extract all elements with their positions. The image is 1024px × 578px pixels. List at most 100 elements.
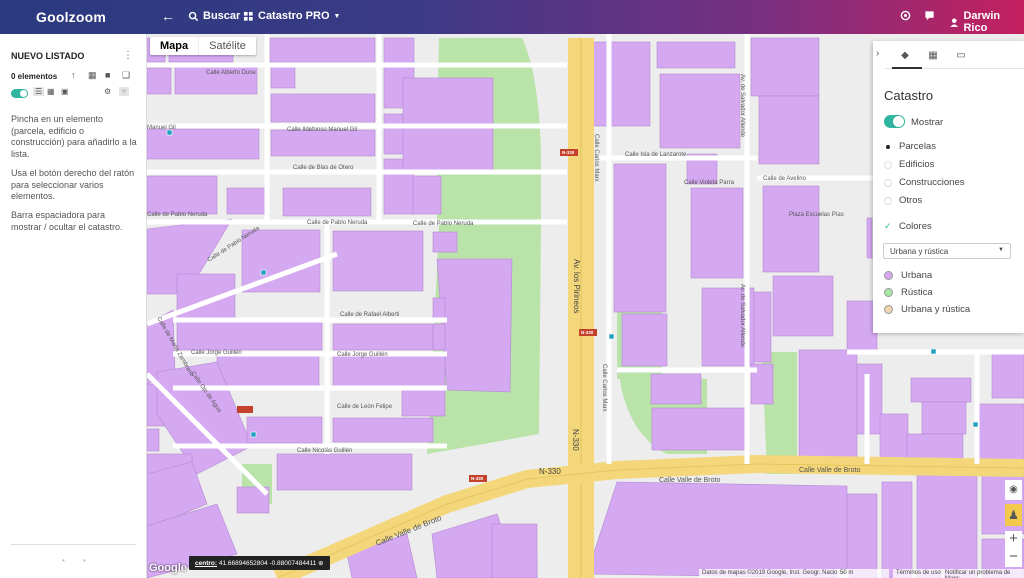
card-view-icon[interactable]: ▣ [61,87,69,96]
copy-icon[interactable]: ❏ [122,70,130,81]
top-bar: Goolzoom ← Buscar Catastro PRO ▼ Darwin … [0,0,1024,34]
colors-label[interactable]: Colores [899,221,932,232]
kebab-menu-icon[interactable]: ⋮ [123,50,133,61]
target-icon[interactable]: ⊕ [318,560,323,567]
hint-spacebar: Barra espaciadora para mostrar / ocultar… [11,210,123,232]
legend-swatch-urbana-rustica [884,305,893,314]
pegman-icon[interactable]: ♟ [1005,504,1022,526]
radio-parcelas[interactable] [884,143,892,151]
radio-edificios[interactable] [884,161,892,169]
google-logo: Google [149,562,187,574]
grid-icon [243,11,253,21]
street-rafael-alberti: Calle de Rafael Alberti [340,312,399,318]
layer-parcelas-label[interactable]: Parcelas [899,141,936,152]
street-carlos-marx: Calle Carlos Marx [593,134,599,182]
buildings-tab-icon[interactable]: ▦ [921,50,945,61]
listado-panel: NUEVO LISTADO ⋮ 0 elementos ↑ ▦ ■ ❏ ☰ ▦ … [0,34,147,578]
element-count: 0 elementos [11,72,58,81]
layer-construcciones-label[interactable]: Construcciones [899,177,964,188]
street-leon-felipe: Calle de León Felipe [337,404,393,410]
svg-text:N-330: N-330 [471,476,484,481]
street-pablo-neruda-right: Calle de Pablo Neruda [413,221,474,227]
chat-icon[interactable] [924,10,935,21]
terms-link[interactable]: Términos de uso [893,569,944,578]
street-blas-de-otero: Calle de Blas de Otero [293,165,354,171]
coords-value: 41.66894652804 -0.88007484411 [218,560,317,567]
sort-icon[interactable]: ↑ [71,70,76,80]
catastro-panel: › ◆ ▦ ▭ Catastro Mostrar Parcelas Edific… [873,41,1024,333]
street-plaza-escuelas: Plaza Escuelas Pías [789,212,844,218]
legend-urbana-rustica-label: Urbana y rústica [901,304,971,315]
street-manuel-gil-left: Manuel Gil [147,125,176,131]
street-n330-label: N-330 [539,467,561,476]
product-label: Catastro PRO [258,10,330,22]
street-alberto-duce: Calle Alberto Duce [206,70,256,76]
coords-label: centro: [195,560,218,567]
product-dropdown[interactable]: Catastro PRO ▼ [243,10,340,22]
show-label: Mostrar [911,117,944,128]
street-nicolas-guillen: Calle Nicolás Guillén [297,448,352,454]
filter-icon[interactable]: ▿ [119,87,130,96]
street-pablo-neruda-mid: Calle de Pablo Neruda [307,220,368,226]
user-name: Darwin Rico [963,10,1001,34]
zoom-in-button[interactable]: + [1005,531,1022,549]
layers-tab-icon[interactable]: ◆ [893,50,917,61]
listado-visibility-toggle[interactable] [11,89,28,98]
back-arrow-icon[interactable]: ← [161,8,175,24]
listado-title: NUEVO LISTADO [11,51,85,61]
street-jorge-guillen-right: Calle Jorge Guillén [337,352,388,358]
zoom-out-button[interactable]: − [1005,549,1022,567]
show-catastro-toggle[interactable] [884,115,905,128]
street-valle-de-broto-right: Calle Valle de Broto [799,467,860,474]
collapse-panel-icon[interactable]: › [876,48,879,59]
settings-icon[interactable]: ⚙ [104,87,111,96]
color-mode-select[interactable]: Urbana y rústica ▼ [883,243,1011,259]
list-view-icon[interactable]: ☰ [33,87,45,96]
street-isla-de-lanzarote: Calle Isla de Lanzarote [625,152,687,158]
street-violeta-parra: Calle Violeta Parra [684,180,735,186]
center-coordinates: centro: 41.66894652804 -0.88007484411 ⊕ [189,556,330,570]
legend-rustica-label: Rústica [901,287,933,298]
report-problem-link[interactable]: Notificar un problema de Maps [942,569,1024,578]
street-jorge-guillen-left: Calle Jorge Guillén [191,350,242,356]
trash-icon[interactable]: ■ [105,70,110,80]
map-canvas[interactable]: N-330 N-330 N-330 Calle Alberto Duce Man… [147,34,1024,578]
grid-view-icon[interactable]: ▦ [88,70,97,81]
locate-icon[interactable]: ◉ [1005,480,1022,500]
card-tab-icon[interactable]: ▭ [949,50,973,61]
user-icon [950,17,959,27]
map-type-map-button[interactable]: Mapa [150,37,198,55]
svg-text:N-330: N-330 [562,150,575,155]
legend-urbana-label: Urbana [901,270,933,281]
divider [11,544,136,545]
hint-right-click: Usa el botón derecho del ratón para sele… [11,168,135,201]
radio-construcciones[interactable] [884,179,892,187]
svg-text:N-330: N-330 [581,330,594,335]
street-avelino: Calle de Avelino [763,176,807,182]
map-scale: 50 m [837,569,889,578]
map-attribution: Datos de mapas ©2019 Google, Inst. Geogr… [699,569,849,578]
table-view-icon[interactable]: ▦ [47,87,55,96]
caret-down-icon: ▼ [333,12,341,20]
color-mode-value: Urbana y rústica [890,247,949,256]
search-button[interactable]: Buscar [188,10,240,22]
layer-otros-label[interactable]: Otros [899,195,922,206]
street-carlos-marx-low: Calle Carlos Marx [601,364,607,412]
app-logo[interactable]: Goolzoom [36,9,106,25]
street-pablo-neruda-left: Calle de Pablo Neruda [147,212,208,218]
map-type-satellite-button[interactable]: Satélite [198,37,256,55]
legend-swatch-urbana [884,271,893,280]
street-manuel-gil: Calle Ildefonso Manuel Gil [287,127,357,133]
radio-otros[interactable] [884,197,892,205]
help-icon[interactable] [900,10,911,21]
colors-checkbox-icon[interactable]: ✓ [884,221,892,232]
user-menu[interactable]: Darwin Rico [949,10,1024,34]
search-icon [188,11,199,21]
layer-edificios-label[interactable]: Edificios [899,159,934,170]
hint-add-element: Pincha en un elemento (parcela, edificio… [11,114,137,159]
catastro-title: Catastro [884,88,934,103]
street-salvador-allende: Av. de Salvador Allende [739,74,745,138]
caret-down-icon: ▼ [998,247,1004,253]
search-label: Buscar [203,10,241,22]
panel-tabs: ◆ ▦ ▭ [885,45,1024,69]
